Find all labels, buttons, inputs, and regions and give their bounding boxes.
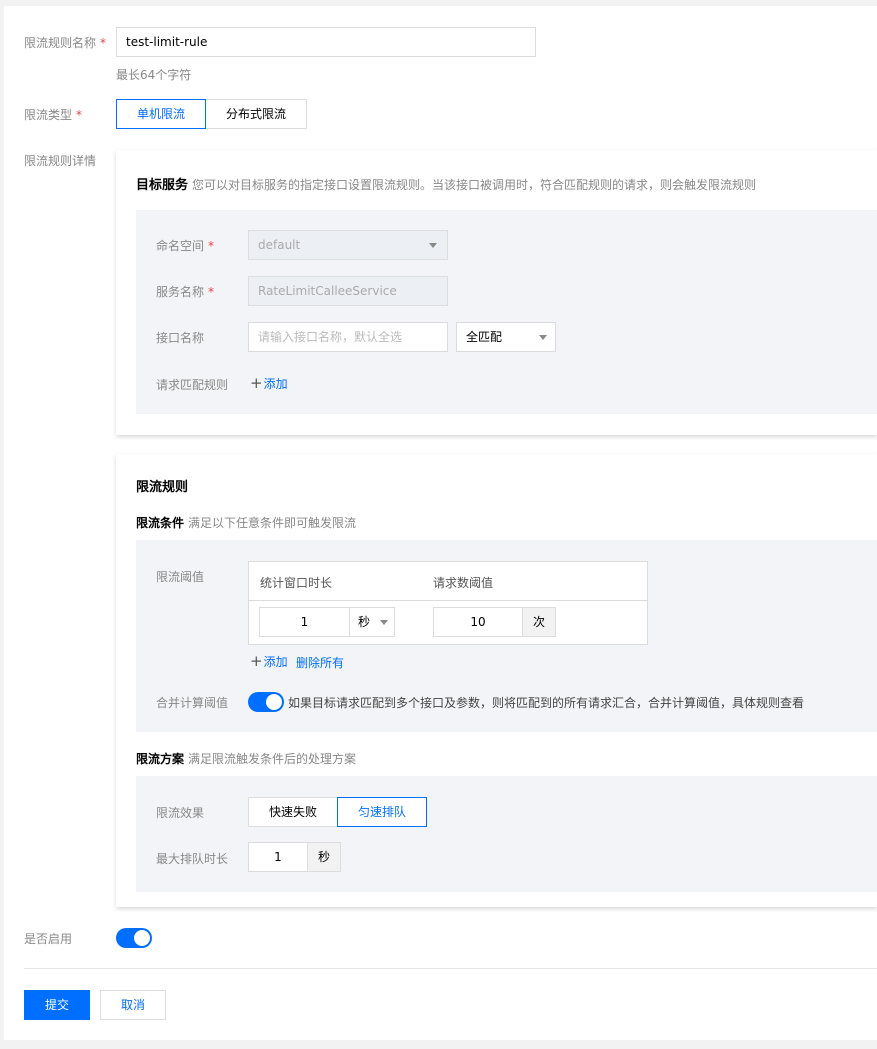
condition-header: 限流条件 满足以下任意条件即可触发限流 (136, 514, 356, 531)
form-page: 限流规则名称 * test-limit-rule 最长64个字符 限流类型 * 单机… (4, 6, 877, 1040)
namespace-select: default (248, 230, 448, 260)
submit-button[interactable]: 提交 (24, 990, 90, 1020)
divider (24, 968, 877, 969)
condition-panel: 限流阈值 统计窗口时长 请求数阈值 1 秒 10 次 +添加 删除所有 合并计算… (136, 540, 877, 732)
required-mark: * (208, 239, 215, 253)
match-mode-value: 全匹配 (466, 330, 503, 344)
plus-icon: + (250, 374, 263, 392)
effect-label: 限流效果 (156, 806, 205, 820)
target-service-panel: 命名空间 * default 服务名称 * RateLimitCalleeServi… (136, 210, 877, 414)
limit-type-label-text: 限流类型 (24, 108, 73, 122)
rate-limit-rule-title: 限流规则 (136, 480, 189, 495)
target-service-card: 目标服务 您可以对目标服务的指定接口设置限流规则。当该接口被调用时，符合匹配规则的… (116, 150, 877, 435)
chevron-down-icon (429, 243, 437, 248)
namespace-value: default (258, 238, 301, 252)
required-mark: * (208, 285, 215, 299)
count-input[interactable]: 10 (433, 607, 523, 637)
add-match-rule-button[interactable]: +添加 (250, 374, 288, 392)
condition-title: 限流条件 (136, 516, 185, 530)
count-header: 请求数阈值 (433, 576, 494, 590)
plus-icon: + (250, 652, 263, 670)
max-queue-label: 最大排队时长 (156, 852, 229, 866)
namespace-label: 命名空间 * (156, 237, 214, 254)
max-queue-unit: 秒 (307, 842, 341, 872)
plan-desc: 满足限流触发条件后的处理方案 (188, 752, 357, 766)
merge-desc: 如果目标请求匹配到多个接口及参数，则将匹配到的所有请求汇合，合并计算阈值，具体规… (288, 696, 805, 710)
service-label-text: 服务名称 (156, 285, 205, 299)
toggle-knob (134, 930, 150, 946)
plan-title: 限流方案 (136, 752, 185, 766)
namespace-label-text: 命名空间 (156, 239, 205, 253)
interface-name-input[interactable]: 请输入接口名称，默认全选 (248, 322, 448, 352)
effect-uniform-queue[interactable]: 匀速排队 (337, 797, 427, 827)
effect-fail-fast[interactable]: 快速失败 (248, 797, 338, 827)
rule-name-label-text: 限流规则名称 (24, 36, 97, 50)
enabled-toggle[interactable] (116, 928, 152, 948)
threshold-table-header: 统计窗口时长 请求数阈值 (249, 562, 647, 601)
add-threshold-button[interactable]: +添加 (250, 652, 288, 670)
count-unit: 次 (522, 607, 556, 637)
rule-name-input[interactable]: test-limit-rule (116, 27, 536, 57)
target-service-header: 目标服务 您可以对目标服务的指定接口设置限流规则。当该接口被调用时，符合匹配规则的… (136, 174, 756, 193)
limit-type-label: 限流类型 * (24, 106, 82, 123)
chevron-down-icon (380, 620, 388, 625)
match-mode-select[interactable]: 全匹配 (456, 322, 556, 352)
limit-type-standalone[interactable]: 单机限流 (116, 99, 206, 129)
rule-name-hint: 最长64个字符 (116, 68, 192, 82)
threshold-table: 统计窗口时长 请求数阈值 1 秒 10 次 (248, 561, 648, 645)
plan-header: 限流方案 满足限流触发条件后的处理方案 (136, 750, 356, 767)
interface-label: 接口名称 (156, 331, 205, 345)
window-unit-value: 秒 (358, 615, 371, 629)
max-queue-input[interactable]: 1 (248, 842, 308, 872)
target-service-desc: 您可以对目标服务的指定接口设置限流规则。当该接口被调用时，符合匹配规则的请求，则… (192, 178, 757, 192)
plan-panel: 限流效果 快速失败 匀速排队 最大排队时长 1 秒 (136, 776, 877, 892)
rule-detail-label: 限流规则详情 (24, 154, 97, 168)
threshold-label: 限流阈值 (156, 570, 205, 584)
toggle-knob (266, 694, 282, 710)
merge-label: 合并计算阈值 (156, 696, 229, 710)
required-mark: * (100, 36, 107, 50)
window-unit-select[interactable]: 秒 (349, 607, 395, 637)
rule-name-label: 限流规则名称 * (24, 34, 106, 51)
rate-limit-rule-card: 限流规则 限流条件 满足以下任意条件即可触发限流 限流阈值 统计窗口时长 请求数阈… (116, 454, 877, 907)
merge-toggle[interactable] (248, 692, 284, 712)
target-service-title: 目标服务 (136, 178, 189, 193)
window-input[interactable]: 1 (259, 607, 350, 637)
chevron-down-icon (539, 335, 547, 340)
match-rule-label: 请求匹配规则 (156, 378, 229, 392)
enabled-label: 是否启用 (24, 932, 73, 946)
required-mark: * (76, 108, 83, 122)
add-match-rule-label: 添加 (263, 377, 288, 391)
window-header: 统计窗口时长 (260, 576, 333, 590)
condition-desc: 满足以下任意条件即可触发限流 (188, 516, 357, 530)
limit-type-distributed[interactable]: 分布式限流 (205, 99, 307, 129)
service-label: 服务名称 * (156, 283, 214, 300)
add-threshold-label: 添加 (263, 655, 288, 669)
service-name-input: RateLimitCalleeService (248, 276, 448, 306)
delete-all-button[interactable]: 删除所有 (296, 654, 344, 671)
cancel-button[interactable]: 取消 (100, 990, 166, 1020)
